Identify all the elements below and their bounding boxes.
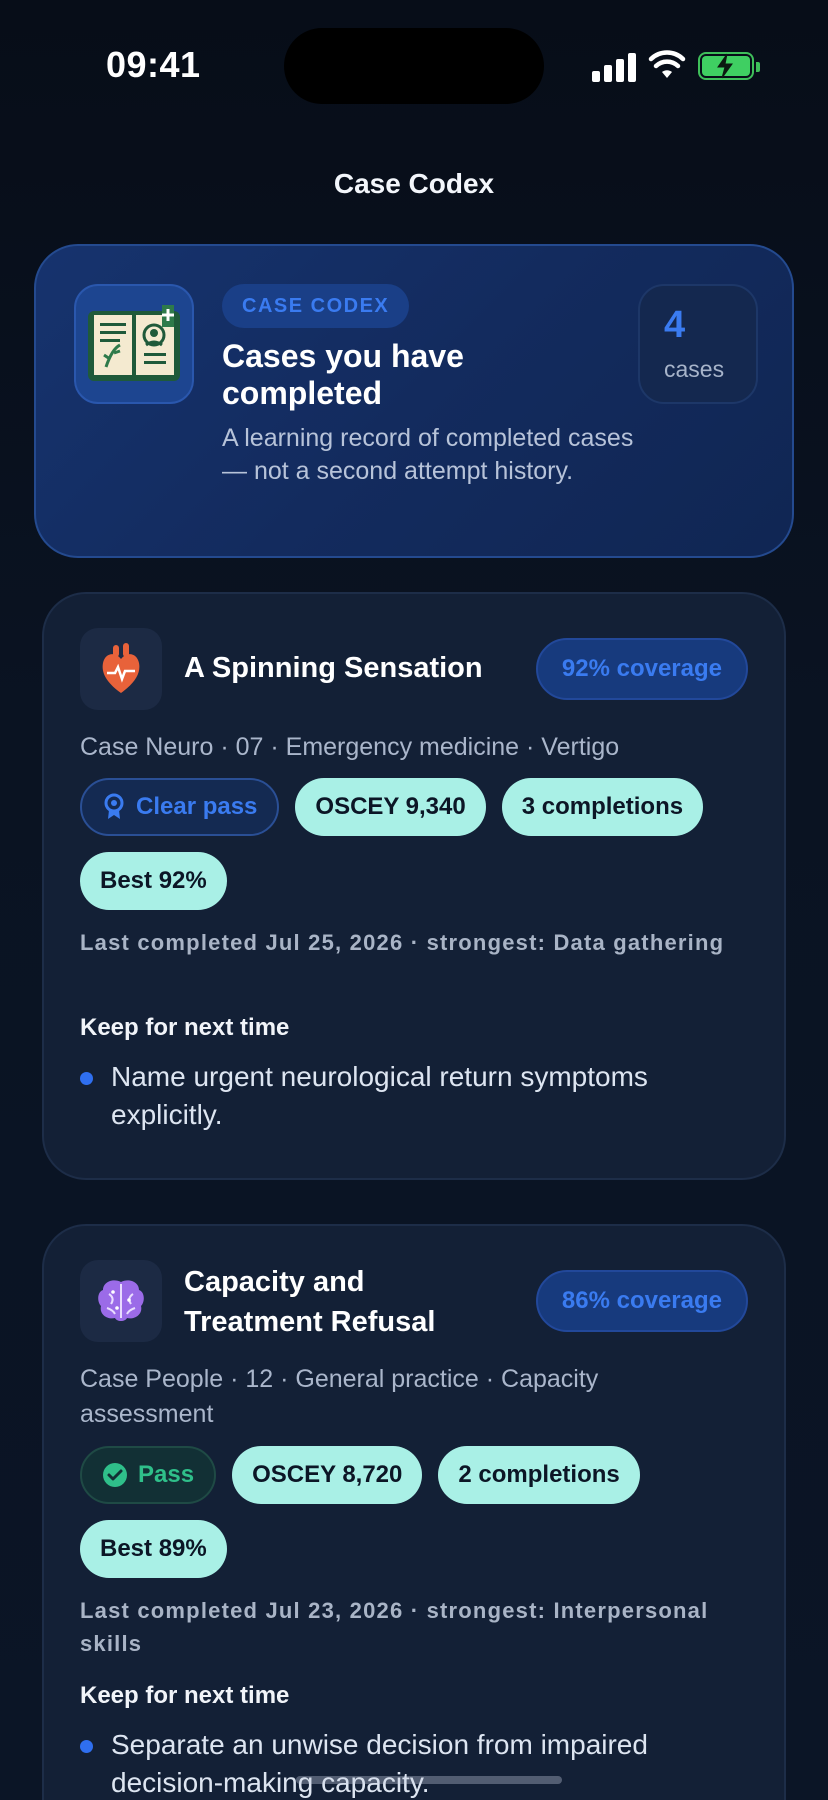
status-badge: Clear pass — [80, 778, 280, 836]
hero-subtitle: A learning record of completed cases — n… — [222, 424, 634, 485]
completions-pill: 3 completions — [501, 778, 704, 836]
status-time: 09:41 — [106, 44, 201, 85]
keep-text: Separate an unwise decision from impaire… — [111, 1729, 648, 1798]
battery-icon — [698, 52, 760, 80]
osce-score-pill: OSCEY 9,340 — [295, 778, 486, 836]
bullet-icon — [80, 1072, 93, 1085]
case-meta: Case People · 12 · General practice · Ca… — [80, 1365, 599, 1428]
summary-card: CASE CODEX Cases you have completed A le… — [34, 244, 794, 558]
keep-text: Name urgent neurological return symptoms… — [111, 1061, 648, 1130]
case-card[interactable]: Capacity and Treatment Refusal 86% cover… — [42, 1224, 786, 1800]
dynamic-island — [284, 28, 544, 104]
hero-title: Cases you have completed — [222, 338, 464, 411]
award-icon — [104, 793, 124, 819]
codex-badge: CASE CODEX — [222, 284, 410, 328]
case-count-tile: 4 cases — [638, 284, 758, 404]
coverage-badge: 86% coverage — [535, 1270, 748, 1332]
last-completed: Last completed Jul 23, 2026 · strongest:… — [80, 1598, 709, 1656]
case-card[interactable]: A Spinning Sensation 92% coverage Case N… — [42, 592, 786, 1180]
screen: 09:41 Case Codex CASE CODEX Cases you ha… — [0, 0, 828, 1800]
coverage-badge: 92% coverage — [535, 638, 748, 700]
keep-item: Name urgent neurological return symptoms… — [80, 1058, 760, 1134]
home-indicator[interactable] — [296, 1776, 562, 1784]
bullet-icon — [80, 1740, 93, 1753]
osce-score-pill: OSCEY 8,720 — [232, 1446, 423, 1504]
status-badge: Pass — [80, 1446, 217, 1504]
best-score-pill: Best 92% — [80, 852, 227, 910]
case-title: Capacity and Treatment Refusal — [184, 1266, 436, 1338]
status-label: Pass — [138, 1461, 195, 1488]
case-stats: Clear pass OSCEY 9,340 3 completions Bes… — [80, 778, 760, 910]
case-count-label: cases — [664, 356, 725, 382]
case-meta: Case Neuro · 07 · Emergency medicine · V… — [80, 733, 620, 761]
brain-icon — [80, 1260, 162, 1342]
page-title: Case Codex — [333, 168, 495, 199]
check-circle-icon — [103, 1463, 127, 1487]
heart-icon — [80, 628, 162, 710]
case-title: A Spinning Sensation — [184, 652, 483, 684]
status-label: Clear pass — [136, 793, 258, 820]
best-score-pill: Best 89% — [80, 1520, 227, 1578]
keep-title: Keep for next time — [80, 1014, 290, 1041]
completions-pill: 2 completions — [438, 1446, 640, 1504]
status-bar: 09:41 — [0, 0, 828, 130]
signal-icon — [592, 52, 636, 82]
codex-book-icon — [74, 284, 194, 404]
case-stats: Pass OSCEY 8,720 2 completions Best 89% — [80, 1446, 760, 1578]
last-completed: Last completed Jul 25, 2026 · strongest:… — [80, 930, 725, 955]
case-count: 4 — [664, 304, 686, 346]
keep-title: Keep for next time — [80, 1682, 290, 1709]
wifi-icon — [648, 50, 686, 78]
keep-item: Separate an unwise decision from impaire… — [80, 1726, 760, 1800]
